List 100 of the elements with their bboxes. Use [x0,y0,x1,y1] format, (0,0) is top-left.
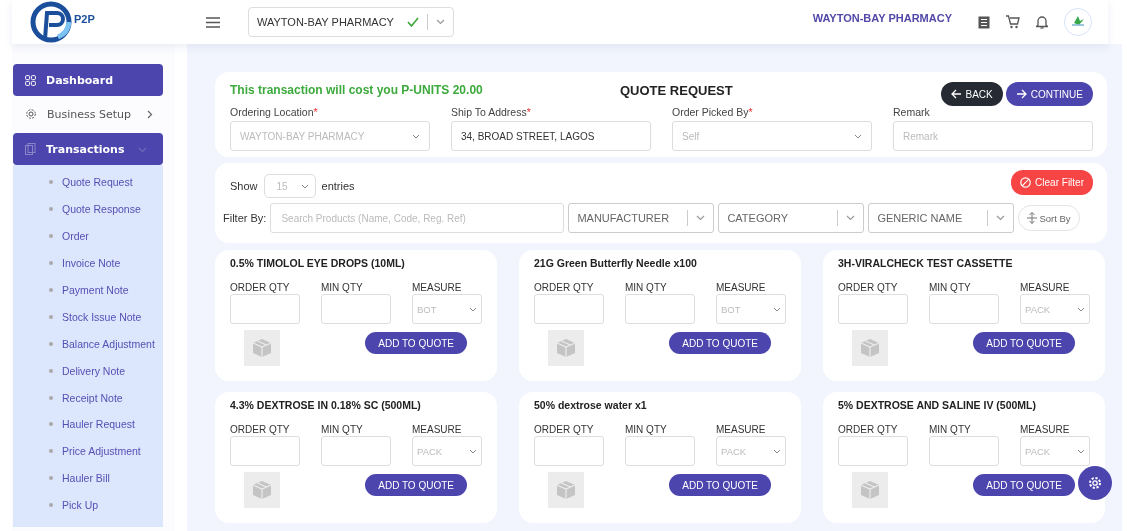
field-label: MEASURE [716,424,767,435]
cart-icon[interactable] [1006,15,1020,29]
field-label: MEASURE [1020,424,1071,435]
input-field[interactable] [625,436,695,466]
filter-label: Filter By: [223,212,267,224]
bell-icon[interactable] [1036,15,1048,29]
field-label: ORDER QTY [838,424,899,435]
chevron-down-icon [436,19,445,25]
grid-icon [25,74,36,86]
submenu-item[interactable]: Stock Issue Note [13,303,163,331]
submenu-item[interactable]: Invoice Note [13,249,163,277]
document-icon[interactable] [978,15,990,29]
chevron-down-icon [300,183,309,189]
add-to-quote-button[interactable]: ADD TO QUOTE [973,474,1075,496]
input-field[interactable] [838,436,908,466]
product-name: 5% DEXTROSE AND SALINE IV (500ML) [838,399,1037,411]
input-field[interactable] [534,436,604,466]
chevron-down-icon [996,215,1006,221]
product-name: 0.5% TIMOLOL EYE DROPS (10ML) [230,257,406,269]
sidebar-item[interactable]: Dashboard [13,64,163,96]
field-label: Ordering Location* [230,106,319,118]
chevron-down-icon [469,448,477,454]
box-icon [555,337,577,359]
field-label: MEASURE [1020,282,1071,293]
show-label: Show [230,180,258,192]
chevron-down-icon [854,133,862,139]
product-name: 50% dextrose water x1 [534,399,648,411]
entries-label: entries [321,180,355,192]
sidebar-item[interactable]: Transactions [13,133,163,165]
menu-icon[interactable] [206,16,220,28]
input-field[interactable]: 34, BROAD STREET, LAGOS [451,121,651,151]
input-field[interactable] [230,294,300,324]
submenu-item[interactable]: Receipt Note [13,384,163,411]
input-field[interactable] [230,436,300,466]
add-to-quote-button[interactable]: ADD TO QUOTE [365,332,467,354]
submenu-item[interactable]: Quote Response [13,195,163,223]
field-label: ORDER QTY [534,282,595,293]
box-icon [859,479,881,501]
sidebar-item[interactable]: Business Setup [13,98,163,130]
add-to-quote-button[interactable]: ADD TO QUOTE [669,474,771,496]
settings-icon [1088,476,1102,490]
field-label: Order Picked By* [672,106,754,118]
submenu-item[interactable]: Order [13,222,163,250]
field-label: ORDER QTY [534,424,595,435]
continue-button[interactable]: CONTINUE [1005,82,1093,106]
avatar-icon[interactable] [1064,8,1092,36]
input-field[interactable] [929,436,999,466]
logo-icon [30,1,72,43]
search-field[interactable]: Search Products (Name, Code, Reg. Ref) [270,203,565,233]
field-label: MIN QTY [929,424,972,435]
field-label: MIN QTY [625,424,668,435]
sort-button[interactable]: Sort By [1018,205,1080,231]
submenu-item[interactable]: Delivery Note [13,357,163,385]
copy-icon [25,143,36,155]
field-label: MIN QTY [321,424,364,435]
submenu-item[interactable]: Payment Note [13,276,163,304]
add-to-quote-button[interactable]: ADD TO QUOTE [973,332,1075,354]
product-name: 4.3% DEXTROSE IN 0.18% SC (500ML) [230,399,422,411]
arrow-left-icon [950,89,962,99]
input-field[interactable] [625,294,695,324]
field-label: ORDER QTY [230,424,291,435]
product-name: 21G Green Butterfly Needle x100 [534,257,698,269]
submenu-item[interactable]: Balance Adjustment [13,330,163,358]
chevron-down-icon [1077,448,1085,454]
input-field[interactable] [534,294,604,324]
input-field[interactable] [321,294,391,324]
input-field[interactable] [321,436,391,466]
field-label: MIN QTY [929,282,972,293]
submenu-item[interactable]: Price Adjustment [13,437,163,465]
page-title: QUOTE REQUEST [620,82,733,98]
box-icon [859,337,881,359]
chevron-down-icon [696,215,706,221]
filter-dropdown[interactable]: GENERIC NAME [868,203,1015,233]
submenu-item[interactable]: Quote Request [13,169,163,196]
box-icon [251,337,273,359]
product-name: 3H-VIRALCHECK TEST CASSETTE [838,257,1014,269]
box-icon [555,479,577,501]
submenu-item[interactable]: Hauler Request [13,411,163,438]
gear-icon [25,108,37,120]
chevron-down-icon [412,133,420,139]
cost-notice: This transaction will cost you P-UNITS 20.00 [230,83,484,97]
input-field[interactable] [929,294,999,324]
box-icon [251,479,273,501]
field-label: MEASURE [412,282,463,293]
input-field[interactable]: Remark [893,121,1093,151]
chevron-down-icon [469,306,477,312]
add-to-quote-button[interactable]: ADD TO QUOTE [669,332,771,354]
field-label: Remark [893,106,931,118]
filter-dropdown[interactable]: CATEGORY [718,203,865,233]
organization-name: WAYTON-BAY PHARMACY [812,12,952,24]
chevron-down-icon [1077,306,1085,312]
input-field[interactable] [838,294,908,324]
location-select[interactable]: WAYTON-BAY PHARMACY [248,7,454,37]
filter-dropdown[interactable]: MANUFACTURER [568,203,715,233]
submenu-item[interactable]: Hauler Bill [13,464,163,492]
submenu-item[interactable]: Pick Up [13,491,163,519]
clear-filter-button[interactable]: Clear Filter [1011,169,1093,195]
field-label: Ship To Address* [451,106,532,118]
add-to-quote-button[interactable]: ADD TO QUOTE [365,474,467,496]
back-button[interactable]: BACK [940,82,1003,106]
